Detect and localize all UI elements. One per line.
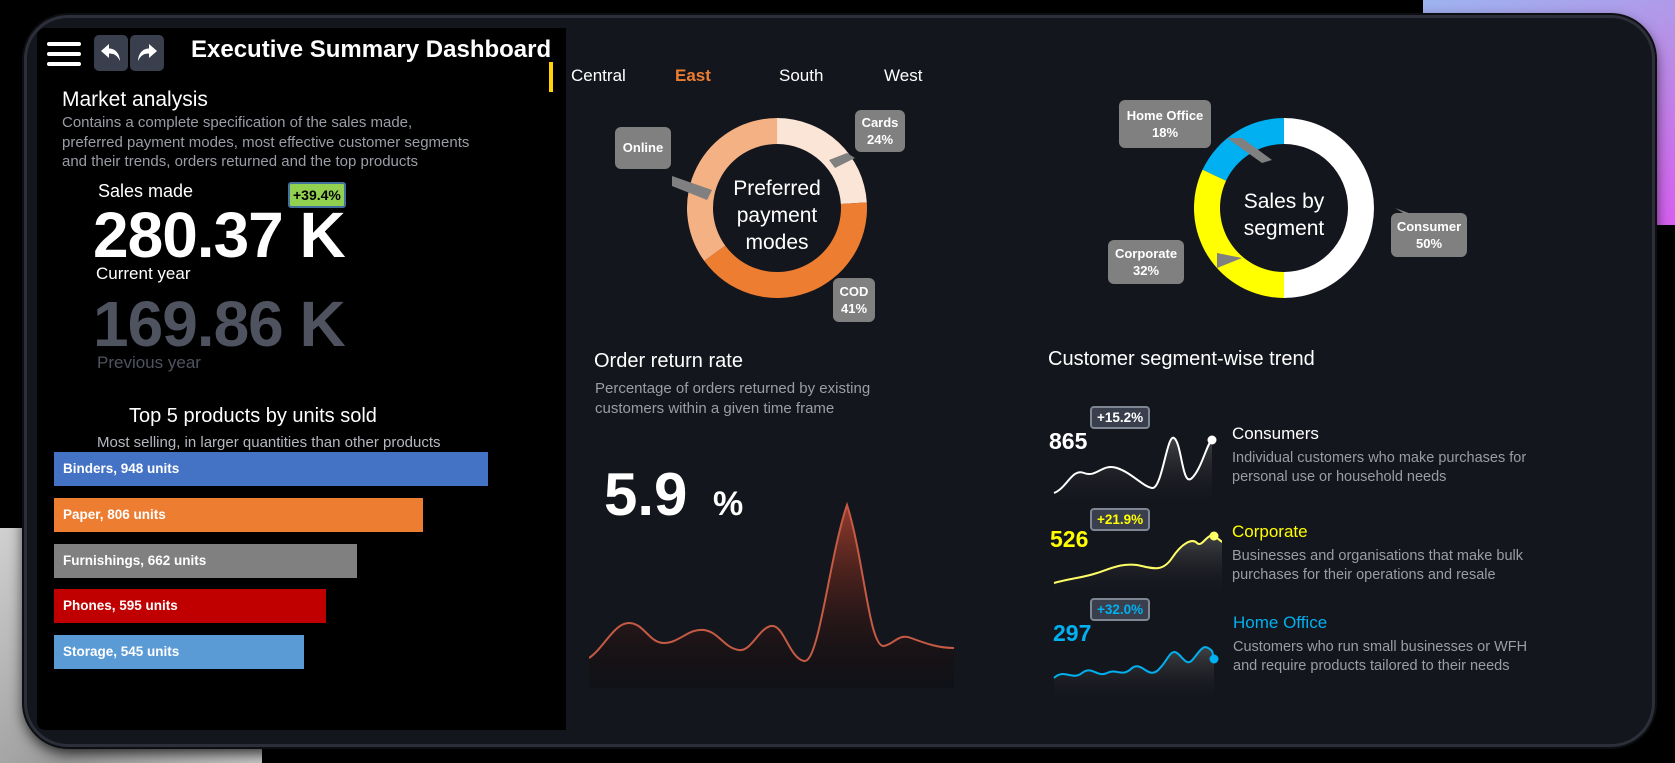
order-return-description: Percentage of orders returned by existin… <box>595 380 871 417</box>
order-return-sparkline <box>589 501 955 688</box>
product-bar-1: Binders, 948 units <box>54 452 488 486</box>
callout-corporate: Corporate 32% <box>1108 240 1184 284</box>
top-products-title: Top 5 products by units sold <box>129 405 377 427</box>
redo-button[interactable] <box>130 35 164 71</box>
corporate-label: Corporate <box>1232 522 1308 541</box>
market-analysis-description: Contains a complete specification of the… <box>62 114 470 170</box>
top-products-subtitle: Most selling, in larger quantities than … <box>97 434 441 451</box>
callout-cards: Cards 24% <box>855 110 905 152</box>
undo-arrow-icon <box>101 44 120 61</box>
corporate-description: Businesses and organisations that make b… <box>1232 548 1523 583</box>
home-office-label: Home Office <box>1233 613 1328 632</box>
callout-consumer: Consumer 50% <box>1391 213 1467 257</box>
tab-east[interactable]: East <box>675 66 711 86</box>
redo-arrow-icon <box>138 44 157 61</box>
callout-online: Online <box>615 127 671 169</box>
product-bar-3: Furnishings, 662 units <box>54 543 357 578</box>
dashboard-screen: Executive Summary Dashboard Market analy… <box>37 28 1638 730</box>
callout-cod: COD 41% <box>833 278 875 322</box>
callout-home-office: Home Office 18% <box>1119 100 1211 148</box>
previous-year-label: Previous year <box>97 353 201 372</box>
product-bar-2: Paper, 806 units <box>54 497 423 532</box>
left-panel: Executive Summary Dashboard Market analy… <box>37 28 566 730</box>
home-office-sparkline <box>1053 646 1219 703</box>
dashboard-title: Executive Summary Dashboard <box>191 36 552 63</box>
corporate-sparkline <box>1053 531 1222 598</box>
sales-previous-value: 169.86 K <box>93 288 346 360</box>
consumers-label: Consumers <box>1232 424 1319 443</box>
tablet-frame: Executive Summary Dashboard Market analy… <box>24 15 1655 747</box>
order-return-title: Order return rate <box>594 350 743 372</box>
home-office-description: Customers who run small businesses or WF… <box>1233 639 1528 674</box>
tab-central[interactable]: Central <box>571 66 626 86</box>
current-year-label: Current year <box>96 264 191 283</box>
product-bar-4: Phones, 595 units <box>54 589 326 624</box>
market-analysis-title: Market analysis <box>62 88 208 111</box>
hamburger-menu-icon[interactable] <box>47 42 81 68</box>
tab-indicator-line <box>549 62 553 92</box>
home-office-change-badge: +32.0% <box>1090 598 1151 621</box>
consumers-description: Individual customers who make purchases … <box>1232 450 1527 485</box>
tab-west[interactable]: West <box>884 66 922 86</box>
product-bar-5: Storage, 545 units <box>54 635 304 670</box>
consumers-sparkline <box>1053 435 1217 508</box>
sales-current-value: 280.37 K <box>93 199 346 271</box>
tab-south[interactable]: South <box>779 66 823 86</box>
consumers-change-badge: +15.2% <box>1090 406 1151 429</box>
undo-button[interactable] <box>94 35 128 71</box>
segment-trend-title: Customer segment-wise trend <box>1048 348 1315 370</box>
